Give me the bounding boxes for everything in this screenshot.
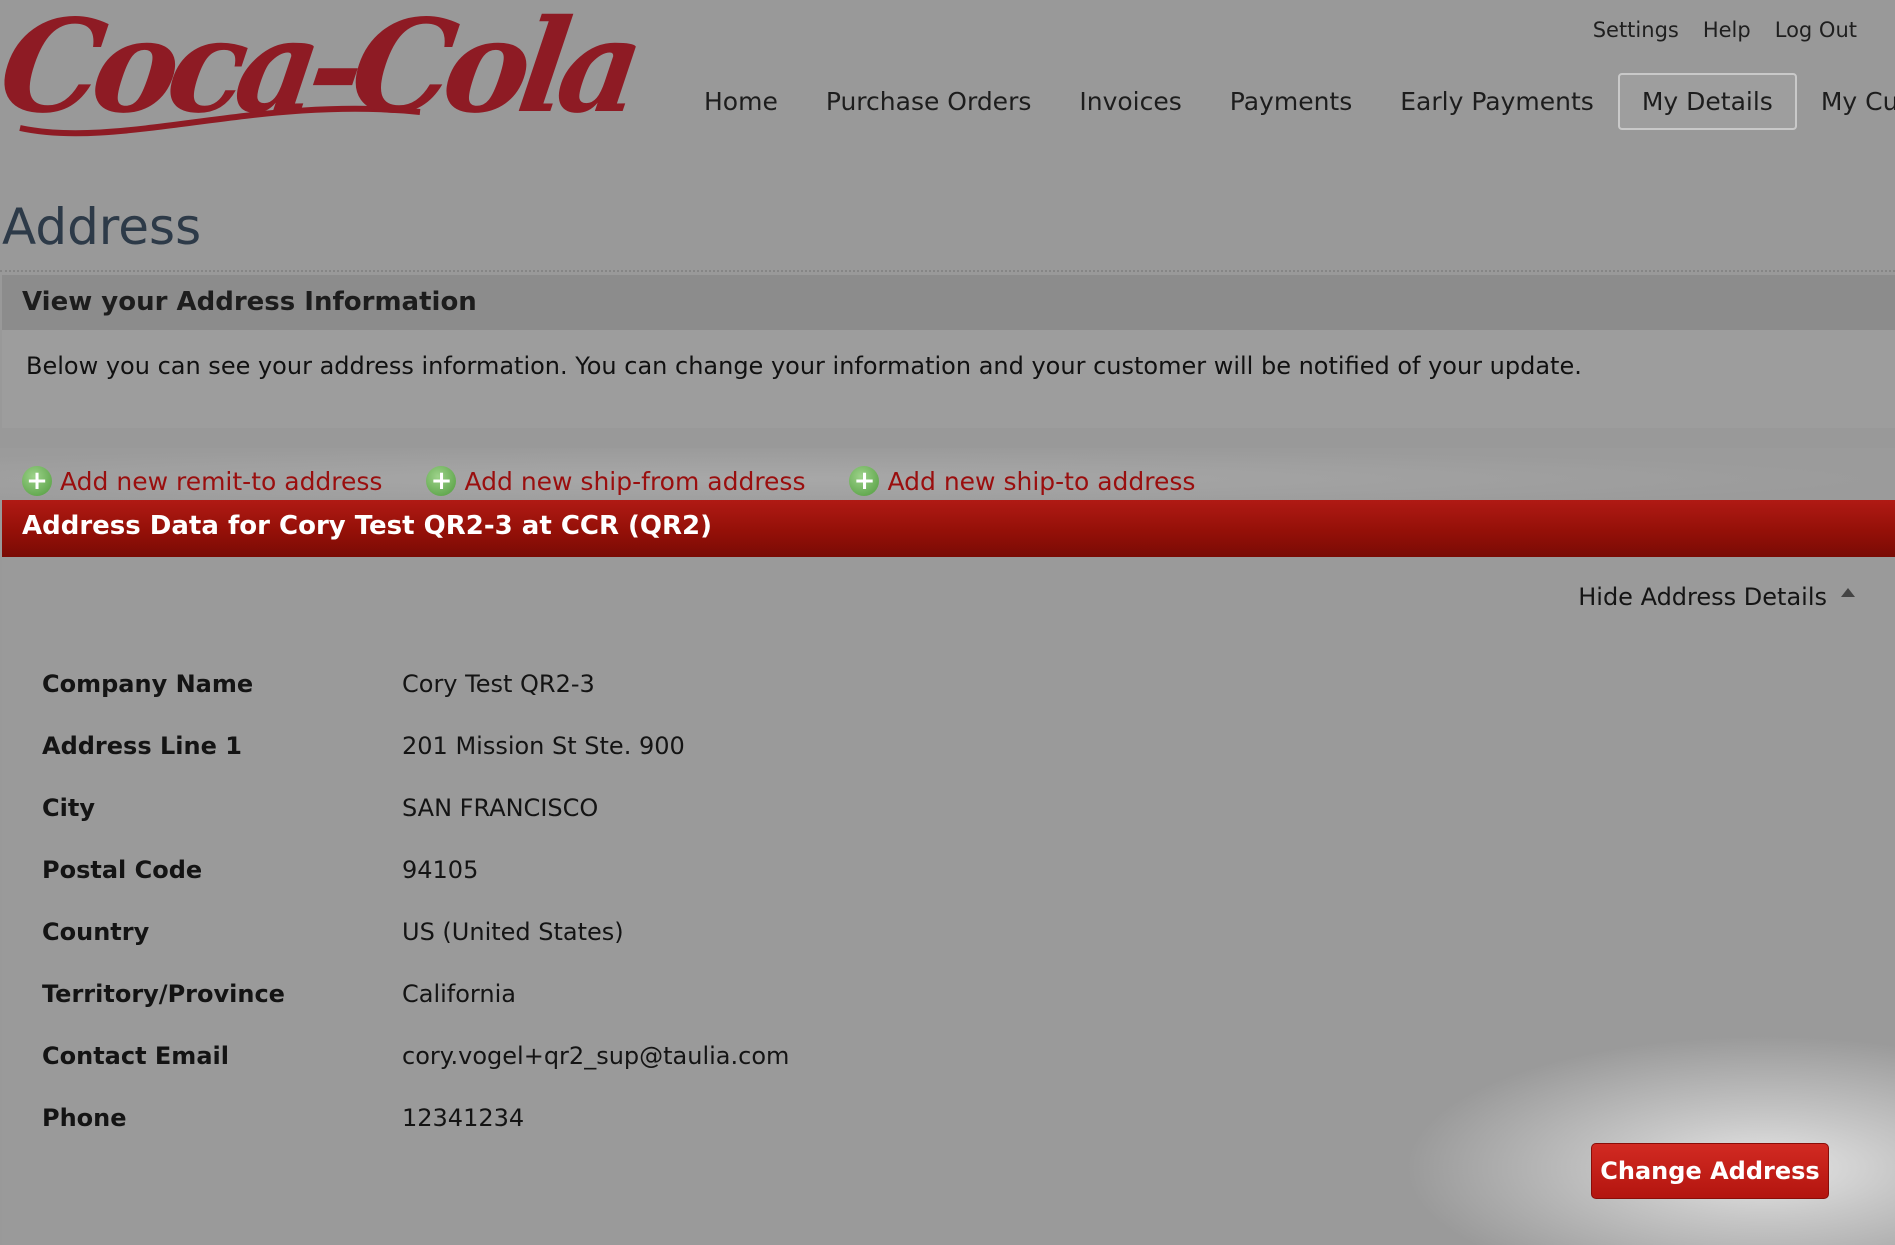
postal-code-value: 94105 — [402, 856, 479, 884]
table-row: Address Line 1 201 Mission St Ste. 900 — [42, 715, 789, 777]
nav-my-customer[interactable]: My Customer — [1797, 73, 1895, 130]
change-address-button[interactable]: Change Address — [1591, 1143, 1829, 1199]
plus-circle-icon: + — [426, 466, 457, 496]
help-link[interactable]: Help — [1703, 18, 1751, 42]
coca-cola-logo[interactable]: Coca-Cola — [0, 0, 643, 145]
info-section-body: Below you can see your address informati… — [2, 330, 1895, 428]
nav-purchase-orders[interactable]: Purchase Orders — [802, 73, 1056, 130]
table-row: Company Name Cory Test QR2-3 — [42, 653, 789, 715]
table-row: Country US (United States) — [42, 901, 789, 963]
hide-address-details-toggle[interactable]: Hide Address Details — [1578, 583, 1855, 611]
add-address-links: + Add new remit-to address + Add new shi… — [0, 448, 1895, 500]
postal-code-label: Postal Code — [42, 856, 203, 884]
address-data-header: Address Data for Cory Test QR2-3 at CCR … — [2, 500, 1895, 557]
main-nav: Home Purchase Orders Invoices Payments E… — [680, 73, 1895, 130]
address-line-1-label: Address Line 1 — [42, 732, 242, 760]
page-title: Address — [2, 198, 202, 256]
plus-circle-icon: + — [849, 466, 880, 496]
company-name-label: Company Name — [42, 670, 254, 698]
table-row: City SAN FRANCISCO — [42, 777, 789, 839]
country-label: Country — [42, 918, 150, 946]
nav-my-details[interactable]: My Details — [1617, 73, 1797, 130]
territory-value: California — [402, 980, 516, 1008]
nav-invoices[interactable]: Invoices — [1055, 73, 1205, 130]
hide-address-details-label: Hide Address Details — [1578, 583, 1827, 611]
settings-link[interactable]: Settings — [1593, 18, 1679, 42]
utility-nav: Settings Help Log Out — [1593, 18, 1857, 42]
add-ship-to-label: Add new ship-to address — [887, 466, 1196, 496]
nav-payments[interactable]: Payments — [1206, 73, 1376, 130]
contact-email-label: Contact Email — [42, 1042, 229, 1070]
add-remit-to-address-link[interactable]: + Add new remit-to address — [22, 466, 382, 500]
table-row: Contact Email cory.vogel+qr2_sup@taulia.… — [42, 1025, 789, 1087]
add-remit-to-label: Add new remit-to address — [60, 466, 383, 496]
address-table: Company Name Cory Test QR2-3 Address Lin… — [42, 653, 789, 1149]
table-row: Territory/Province California — [42, 963, 789, 1025]
nav-home[interactable]: Home — [680, 73, 802, 130]
button-highlight-glow — [1375, 1025, 1895, 1245]
add-ship-to-address-link[interactable]: + Add new ship-to address — [849, 466, 1195, 500]
country-value: US (United States) — [402, 918, 624, 946]
table-row: Postal Code 94105 — [42, 839, 789, 901]
add-ship-from-label: Add new ship-from address — [464, 466, 806, 496]
address-details-panel: Hide Address Details Company Name Cory T… — [2, 557, 1895, 1245]
logo-wordmark: Coca-Cola — [0, 0, 643, 142]
phone-label: Phone — [42, 1104, 127, 1132]
city-label: City — [42, 794, 95, 822]
caret-up-icon — [1841, 587, 1855, 597]
phone-value: 12341234 — [402, 1104, 525, 1132]
info-section-header: View your Address Information — [2, 275, 1895, 330]
table-row: Phone 12341234 — [42, 1087, 789, 1149]
nav-early-payments[interactable]: Early Payments — [1376, 73, 1618, 130]
title-divider — [0, 270, 1895, 272]
territory-label: Territory/Province — [42, 980, 285, 1008]
plus-circle-icon: + — [22, 466, 52, 496]
add-ship-from-address-link[interactable]: + Add new ship-from address — [426, 466, 805, 500]
company-name-value: Cory Test QR2-3 — [402, 670, 595, 698]
city-value: SAN FRANCISCO — [402, 794, 599, 822]
contact-email-value: cory.vogel+qr2_sup@taulia.com — [402, 1042, 790, 1070]
log-out-link[interactable]: Log Out — [1775, 18, 1857, 42]
address-line-1-value: 201 Mission St Ste. 900 — [402, 732, 685, 760]
